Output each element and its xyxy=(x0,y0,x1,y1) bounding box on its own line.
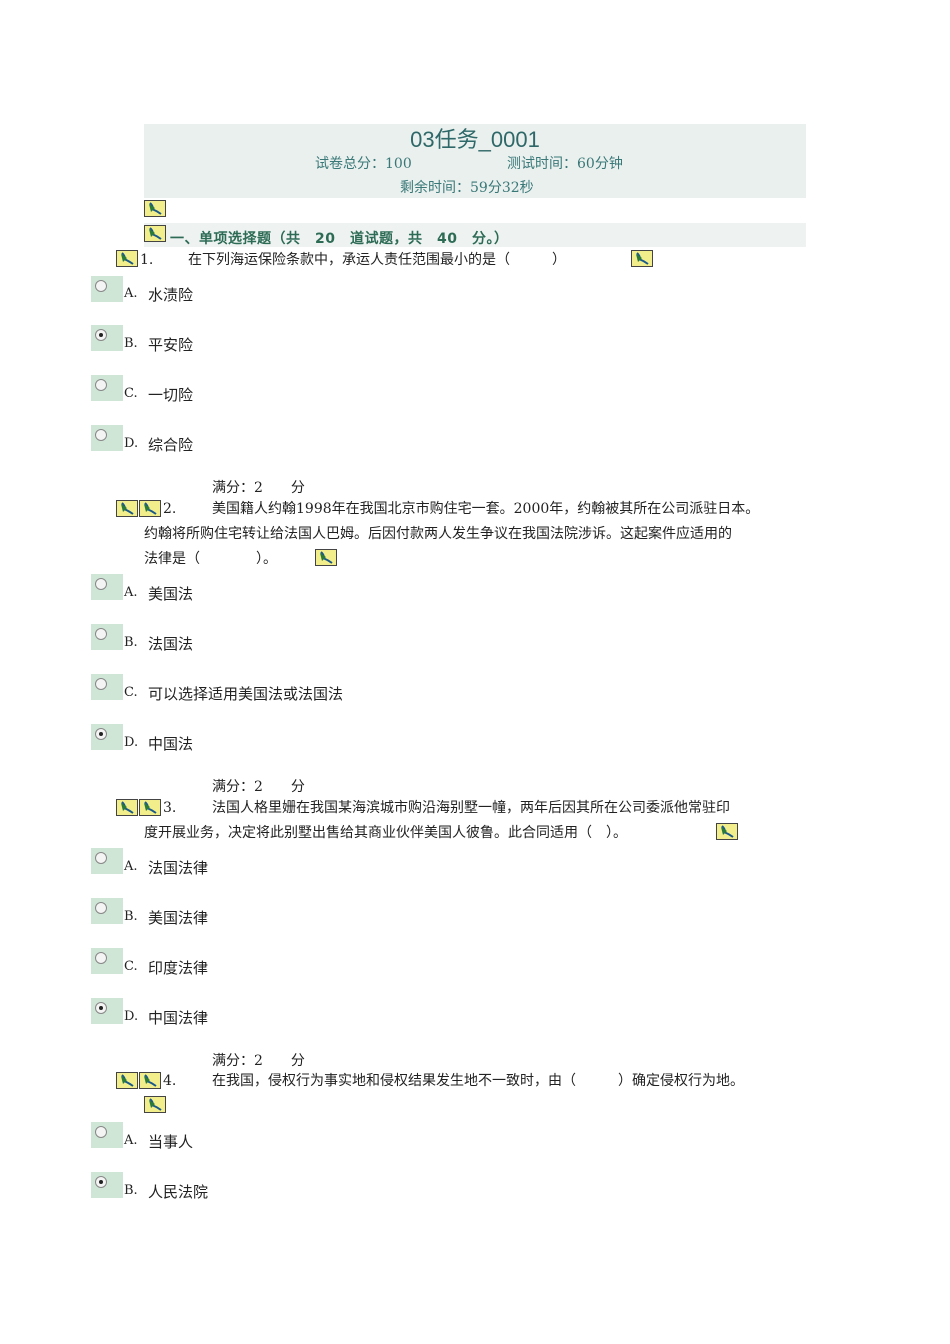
option-radio[interactable] xyxy=(91,724,123,750)
radio-button-icon[interactable] xyxy=(95,628,107,640)
option-text: 综合险 xyxy=(148,436,194,454)
option-text: 人民法院 xyxy=(148,1183,209,1201)
option-letter: D. xyxy=(124,1009,139,1024)
option-radio[interactable] xyxy=(91,998,123,1024)
option-radio[interactable] xyxy=(91,375,123,401)
question-number: 3. xyxy=(163,800,177,816)
question-text-line: 度开展业务，决定将此别墅出售给其商业伙伴美国人彼鲁。此合同适用（ ）。 xyxy=(144,825,627,841)
radio-button-icon[interactable] xyxy=(95,1126,107,1138)
question-text-line: 在我国，侵权行为事实地和侵权结果发生地不一致时，由（ ）确定侵权行为地。 xyxy=(212,1073,744,1089)
radio-button-icon[interactable] xyxy=(95,578,107,590)
option-radio[interactable] xyxy=(91,1172,123,1198)
marker-flag-icon[interactable] xyxy=(139,799,161,816)
option-letter: C. xyxy=(124,386,138,401)
marker-flag-icon[interactable] xyxy=(116,250,138,267)
option-text: 中国法 xyxy=(148,735,194,753)
marker-flag-icon[interactable] xyxy=(144,1096,166,1113)
option-letter: C. xyxy=(124,685,138,700)
marker-flag-icon[interactable] xyxy=(116,1072,138,1089)
option-radio[interactable] xyxy=(91,325,123,351)
option-radio[interactable] xyxy=(91,276,123,302)
option-letter: B. xyxy=(124,1183,138,1198)
radio-button-icon[interactable] xyxy=(95,678,107,690)
question-text-line: 约翰将所购住宅转让给法国人巴姆。后因付款两人发生争议在我国法院涉诉。这起案件应适… xyxy=(144,526,732,542)
option-radio[interactable] xyxy=(91,898,123,924)
section-title: 一、单项选择题（共 20 道试题，共 40 分。） xyxy=(170,231,509,247)
question-text: 在下列海运保险条款中，承运人责任范围最小的是（ ） xyxy=(188,252,566,268)
question-number: 1. xyxy=(140,252,154,268)
radio-button-icon[interactable] xyxy=(95,329,107,341)
option-text: 美国法律 xyxy=(148,909,209,927)
option-letter: C. xyxy=(124,959,138,974)
radio-button-icon[interactable] xyxy=(95,952,107,964)
marker-flag-icon[interactable] xyxy=(144,225,166,242)
option-text: 法国法律 xyxy=(148,859,209,877)
question-text-line: 美国籍人约翰1998年在我国北京市购住宅一套。2000年，约翰被其所在公司派驻日… xyxy=(212,501,760,517)
marker-flag-icon[interactable] xyxy=(315,549,337,566)
option-text: 美国法 xyxy=(148,585,194,603)
option-radio[interactable] xyxy=(91,948,123,974)
score-label: 满分：2 分 xyxy=(212,480,305,496)
radio-button-icon[interactable] xyxy=(95,429,107,441)
option-letter: B. xyxy=(124,635,138,650)
radio-button-icon[interactable] xyxy=(95,852,107,864)
option-text: 印度法律 xyxy=(148,959,209,977)
option-letter: D. xyxy=(124,735,139,750)
option-letter: A. xyxy=(124,1133,138,1148)
option-text: 水渍险 xyxy=(148,286,194,304)
marker-flag-icon[interactable] xyxy=(631,250,653,267)
radio-button-icon[interactable] xyxy=(95,280,107,292)
option-text: 当事人 xyxy=(148,1133,194,1151)
question-text-line: 法国人格里姗在我国某海滨城市购沿海别墅一幢，两年后因其所在公司委派他常驻印 xyxy=(212,800,730,816)
option-text: 法国法 xyxy=(148,635,194,653)
exam-title: 03任务_0001 xyxy=(410,127,540,152)
question-text-line: 法律是（ ）。 xyxy=(144,551,277,567)
option-letter: A. xyxy=(124,859,138,874)
option-text: 可以选择适用美国法或法国法 xyxy=(148,685,344,703)
total-score: 试卷总分：100 xyxy=(315,156,412,172)
remaining-time: 剩余时间：59分32秒 xyxy=(400,180,534,196)
option-text: 一切险 xyxy=(148,386,194,404)
marker-flag-icon[interactable] xyxy=(144,200,166,217)
option-radio[interactable] xyxy=(91,674,123,700)
test-time: 测试时间：60分钟 xyxy=(507,156,623,172)
radio-button-icon[interactable] xyxy=(95,1176,107,1188)
option-radio[interactable] xyxy=(91,848,123,874)
option-letter: A. xyxy=(124,585,138,600)
marker-flag-icon[interactable] xyxy=(139,1072,161,1089)
radio-button-icon[interactable] xyxy=(95,379,107,391)
score-label: 满分：2 分 xyxy=(212,779,305,795)
radio-button-icon[interactable] xyxy=(95,1002,107,1014)
option-letter: B. xyxy=(124,909,138,924)
option-text: 平安险 xyxy=(148,336,194,354)
option-letter: A. xyxy=(124,286,138,301)
option-radio[interactable] xyxy=(91,574,123,600)
marker-flag-icon[interactable] xyxy=(116,500,138,517)
option-radio[interactable] xyxy=(91,1122,123,1148)
question-number: 2. xyxy=(163,501,177,517)
question-number: 4. xyxy=(163,1073,177,1089)
marker-flag-icon[interactable] xyxy=(116,799,138,816)
option-text: 中国法律 xyxy=(148,1009,209,1027)
option-radio[interactable] xyxy=(91,624,123,650)
marker-flag-icon[interactable] xyxy=(716,823,738,840)
option-letter: B. xyxy=(124,336,138,351)
radio-button-icon[interactable] xyxy=(95,728,107,740)
marker-flag-icon[interactable] xyxy=(139,500,161,517)
option-letter: D. xyxy=(124,436,139,451)
option-radio[interactable] xyxy=(91,425,123,451)
radio-button-icon[interactable] xyxy=(95,902,107,914)
score-label: 满分：2 分 xyxy=(212,1053,305,1069)
